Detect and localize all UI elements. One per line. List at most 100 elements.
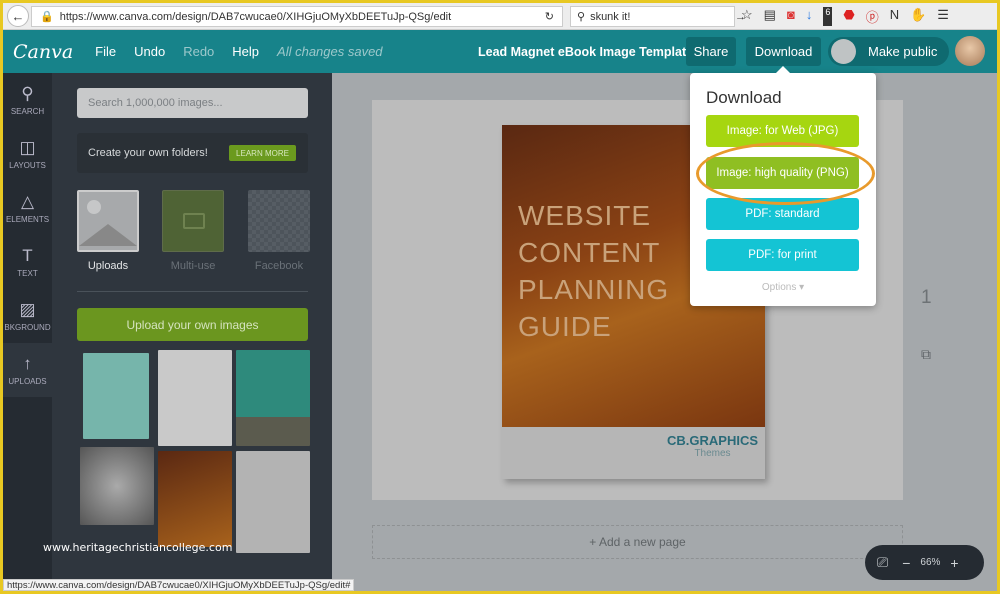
background-icon: ▨ [19, 300, 36, 319]
folder-label-facebook: Facebook [254, 260, 304, 272]
url-text: https://www.canva.com/design/DAB7cwucae0… [59, 10, 452, 23]
back-button[interactable]: ← [7, 5, 29, 27]
elements-icon: △ [20, 192, 35, 211]
browser-extensions: ☆ ▤ ◙ ↓ 6 ⬣ ⓟ N ✋ ☰ [741, 7, 949, 26]
download-pdf-print-option[interactable]: PDF: for print [706, 239, 859, 271]
divider [77, 291, 308, 292]
mountain-icon [79, 224, 137, 246]
browser-search-input[interactable]: ⚲ skunk it! → [570, 6, 746, 27]
avatar[interactable] [955, 36, 985, 66]
reload-icon[interactable]: ↻ [545, 10, 554, 23]
zoom-out-button[interactable]: − [902, 555, 910, 571]
menu-help[interactable]: Help [232, 44, 259, 59]
layouts-icon: ◫ [19, 138, 36, 157]
canva-header: Canva File Undo Redo Help All changes sa… [3, 30, 997, 73]
sidebar-item-search[interactable]: ⚲ SEARCH [3, 73, 52, 127]
card-icon [183, 213, 205, 229]
upload-thumbnail[interactable] [236, 350, 310, 446]
zoom-control: ⎚ − 66% + [865, 545, 984, 580]
folder-multi-use[interactable] [162, 190, 224, 252]
sidebar-item-uploads[interactable]: ↑ UPLOADS [3, 343, 52, 397]
menu-redo[interactable]: Redo [183, 44, 214, 59]
zoom-level: 66% [920, 557, 941, 568]
screen: ← 🔒 https://www.canva.com/design/DAB7cwuc… [3, 3, 997, 591]
folders-promo: Create your own folders! LEARN MORE [77, 133, 308, 173]
menu-icon[interactable]: ☰ [937, 7, 949, 26]
uploads-icon: ↑ [23, 354, 32, 373]
evernote-icon[interactable]: ✋ [910, 7, 926, 26]
options-toggle[interactable]: Options ▾ [690, 282, 876, 293]
search-icon: ⚲ [577, 11, 586, 23]
brand-sub: Themes [694, 448, 731, 459]
image-placeholder-icon [87, 200, 101, 214]
extension-badge[interactable]: 6 [823, 7, 833, 26]
watermark-text: www.heritagechristiancollege.com [43, 541, 233, 554]
page-number: 1 [921, 287, 932, 308]
sidebar-item-label: BKGROUND [4, 323, 51, 332]
highlight-ellipse [696, 142, 875, 205]
sidebar-item-label: SEARCH [10, 107, 45, 116]
sidebar-item-label: UPLOADS [8, 377, 47, 386]
notes-icon[interactable]: N [890, 7, 899, 26]
cover-title-line: PLANNING [518, 274, 670, 305]
upload-thumbnail[interactable] [80, 447, 154, 525]
learn-more-button[interactable]: LEARN MORE [229, 145, 296, 161]
image-search-input[interactable]: Search 1,000,000 images... [77, 88, 308, 118]
sidebar-item-label: LAYOUTS [9, 161, 46, 170]
sidebar-item-layouts[interactable]: ◫ LAYOUTS [3, 127, 52, 181]
make-public-toggle[interactable]: Make public [828, 37, 949, 66]
download-label: Download [754, 44, 813, 59]
design-title[interactable]: Lead Magnet eBook Image Template [478, 45, 693, 59]
folder-label-uploads: Uploads [87, 260, 129, 272]
folder-uploads[interactable] [77, 190, 139, 252]
uploads-panel: Search 1,000,000 images... Create your o… [52, 73, 332, 591]
text-icon: T [22, 246, 33, 265]
cover-title: WEBSITE CONTENT PLANNING GUIDE [518, 197, 669, 345]
cover-title-line: WEBSITE [518, 200, 652, 231]
folder-facebook[interactable] [248, 190, 310, 252]
upload-thumbnail[interactable] [83, 353, 149, 439]
pinterest-icon[interactable]: ⓟ [866, 7, 879, 26]
share-button[interactable]: Share [686, 37, 736, 66]
add-page-button[interactable]: + Add a new page [372, 525, 903, 559]
menu-undo[interactable]: Undo [134, 44, 165, 59]
download-button[interactable]: Download [746, 37, 821, 66]
url-bar[interactable]: 🔒 https://www.canva.com/design/DAB7cwucae… [31, 6, 563, 27]
brand-name: CB.GRAPHICS [667, 433, 759, 448]
duplicate-page-icon[interactable]: ⧉ [921, 346, 931, 363]
sidebar-item-label: TEXT [17, 269, 38, 278]
sidebar-item-bkground[interactable]: ▨ BKGROUND [3, 289, 52, 343]
download-icon[interactable]: ↓ [806, 7, 813, 26]
lock-icon: 🔒 [40, 11, 54, 23]
share-label: Share [693, 44, 729, 59]
zoom-in-button[interactable]: + [950, 555, 958, 571]
sidebar-item-elements[interactable]: △ ELEMENTS [3, 181, 52, 235]
cover-title-line: GUIDE [518, 311, 612, 342]
sidebar-item-label: ELEMENTS [5, 215, 50, 224]
dropdown-title: Download [706, 88, 782, 107]
upload-images-button[interactable]: Upload your own images [77, 308, 308, 341]
upload-thumbnail[interactable] [236, 451, 310, 553]
adblock-icon[interactable]: ⬣ [843, 7, 854, 26]
promo-text: Create your own folders! [88, 147, 208, 159]
canva-logo[interactable]: Canva [13, 41, 73, 63]
upload-thumbnail[interactable] [158, 451, 232, 547]
sidebar-item-text[interactable]: T TEXT [3, 235, 52, 289]
search-icon: ⚲ [21, 84, 34, 103]
status-bar-url: https://www.canva.com/design/DAB7cwucae0… [3, 579, 355, 591]
upload-thumbnail[interactable] [158, 350, 232, 446]
cover-title-line: CONTENT [518, 237, 661, 268]
bookmark-star-icon[interactable]: ☆ [741, 7, 753, 26]
present-icon[interactable]: ⎚ [877, 554, 888, 571]
make-public-label: Make public [868, 44, 938, 59]
browser-toolbar: ← 🔒 https://www.canva.com/design/DAB7cwuc… [3, 3, 997, 30]
folder-label-multi-use: Multi-use [170, 260, 216, 272]
toggle-knob [831, 39, 856, 64]
sidebar-rail: ⚲ SEARCH ◫ LAYOUTS △ ELEMENTS T TEXT ▨ BKGROUND ↑ U… [3, 73, 52, 591]
menu-file[interactable]: File [95, 44, 116, 59]
pocket-icon[interactable]: ◙ [787, 7, 795, 26]
reading-list-icon[interactable]: ▤ [764, 7, 776, 26]
search-text: skunk it! [590, 10, 631, 23]
brand-logo: CB.GRAPHICS Themes [667, 433, 758, 459]
save-status: All changes saved [277, 44, 383, 59]
